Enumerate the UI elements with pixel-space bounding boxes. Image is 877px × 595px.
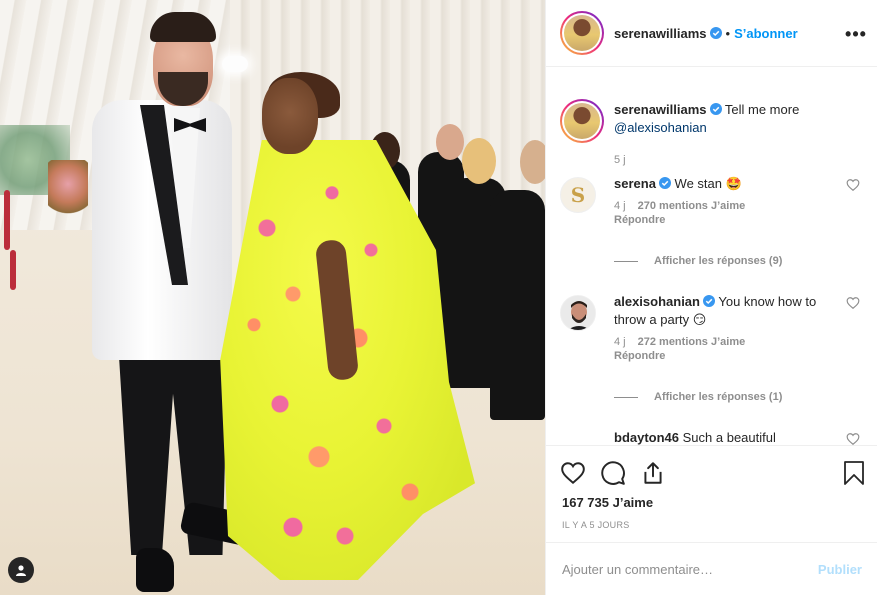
comment-bubble-icon[interactable] xyxy=(600,460,626,486)
commenter-avatar[interactable] xyxy=(560,295,596,331)
comment-heart-icon[interactable] xyxy=(846,296,860,310)
serena-logo-icon: S xyxy=(570,183,586,207)
comment-like-count[interactable]: 270 mentions J’aime xyxy=(638,200,746,212)
user-icon xyxy=(16,565,26,576)
photo-guest xyxy=(490,190,545,420)
photo-rope-post xyxy=(4,190,10,250)
photo-flowers xyxy=(48,160,88,220)
photo-rope-post xyxy=(10,250,16,290)
comment-item: alexisohanian You know how to throw a pa… xyxy=(560,293,860,403)
comment-heart-icon[interactable] xyxy=(846,178,860,192)
post-sidebar: serenawilliams • S’abonner ••• serenawil… xyxy=(545,0,877,595)
post-header: serenawilliams • S’abonner ••• xyxy=(546,0,877,67)
photo-man-shoe xyxy=(136,548,174,592)
comment-username[interactable]: alexisohanian xyxy=(614,294,700,309)
separator-dot: • xyxy=(725,25,731,41)
view-replies-button[interactable]: Afficher les réponses (1) xyxy=(614,391,782,403)
author-avatar[interactable] xyxy=(560,99,604,143)
comment-text: We stan 🤩 xyxy=(674,176,742,191)
photo-light xyxy=(222,56,248,72)
caption-text: Tell me more xyxy=(724,102,800,117)
commenter-avatar[interactable]: S xyxy=(560,177,596,213)
comment-heart-icon[interactable] xyxy=(846,432,860,445)
verified-badge-icon xyxy=(658,177,671,189)
caption-mention-link[interactable]: @alexisohanian xyxy=(614,120,707,135)
photo-woman-head xyxy=(262,78,318,154)
replies-divider xyxy=(614,260,638,262)
comment-text: Such a beautiful xyxy=(682,430,776,445)
tagged-users-icon[interactable] xyxy=(8,557,34,583)
reply-button[interactable]: Répondre xyxy=(614,214,665,226)
photo-guest-head xyxy=(520,140,545,184)
commenter-photo xyxy=(561,296,595,330)
verified-badge-icon xyxy=(709,103,722,115)
add-comment-bar: Publier xyxy=(546,542,877,595)
comment-item: bdayton46 Such a beautiful xyxy=(560,429,860,445)
comment-like-count[interactable]: 272 mentions J’aime xyxy=(638,336,746,348)
comment-meta: 4 j 270 mentions J’aime Répondre xyxy=(614,199,834,227)
caption-time: 5 j xyxy=(614,154,626,166)
comment-meta: 4 j 272 mentions J’aime Répondre xyxy=(614,335,834,363)
comment-date: 4 j xyxy=(614,200,626,212)
view-replies-button[interactable]: Afficher les réponses (9) xyxy=(614,255,782,267)
comment-date: 4 j xyxy=(614,336,626,348)
photo-guest-head xyxy=(462,138,496,184)
publish-button[interactable]: Publier xyxy=(818,562,862,577)
post-photo[interactable] xyxy=(0,0,545,595)
more-options-icon[interactable]: ••• xyxy=(845,24,866,44)
view-replies-label: Afficher les réponses (9) xyxy=(654,255,783,267)
comment-item: S serena We stan 🤩 4 j 270 mentions J’aim… xyxy=(560,175,860,275)
photo-guest-head xyxy=(436,124,464,160)
replies-divider xyxy=(614,396,638,398)
post-timestamp: IL Y A 5 JOURS xyxy=(562,520,630,530)
photo-man-hair xyxy=(150,12,216,42)
likes-count[interactable]: 167 735 J’aime xyxy=(562,495,653,510)
post-actions: 167 735 J’aime IL Y A 5 JOURS xyxy=(546,445,877,542)
comment-input[interactable] xyxy=(562,561,818,577)
share-icon[interactable] xyxy=(640,460,666,486)
caption-username[interactable]: serenawilliams xyxy=(614,102,707,117)
verified-badge-icon xyxy=(709,27,722,39)
heart-icon[interactable] xyxy=(560,460,586,486)
author-avatar[interactable] xyxy=(560,11,604,55)
reply-button[interactable]: Répondre xyxy=(614,350,665,362)
author-username[interactable]: serenawilliams xyxy=(614,26,707,41)
comment-username[interactable]: bdayton46 xyxy=(614,430,679,445)
view-replies-label: Afficher les réponses (1) xyxy=(654,391,783,403)
bookmark-icon[interactable] xyxy=(842,460,866,486)
follow-button[interactable]: S’abonner xyxy=(734,26,798,41)
comments-list[interactable]: serenawilliams Tell me more @alexisohani… xyxy=(546,67,877,445)
verified-badge-icon xyxy=(702,295,715,307)
post-caption: serenawilliams Tell me more @alexisohani… xyxy=(560,99,834,169)
comment-username[interactable]: serena xyxy=(614,176,656,191)
